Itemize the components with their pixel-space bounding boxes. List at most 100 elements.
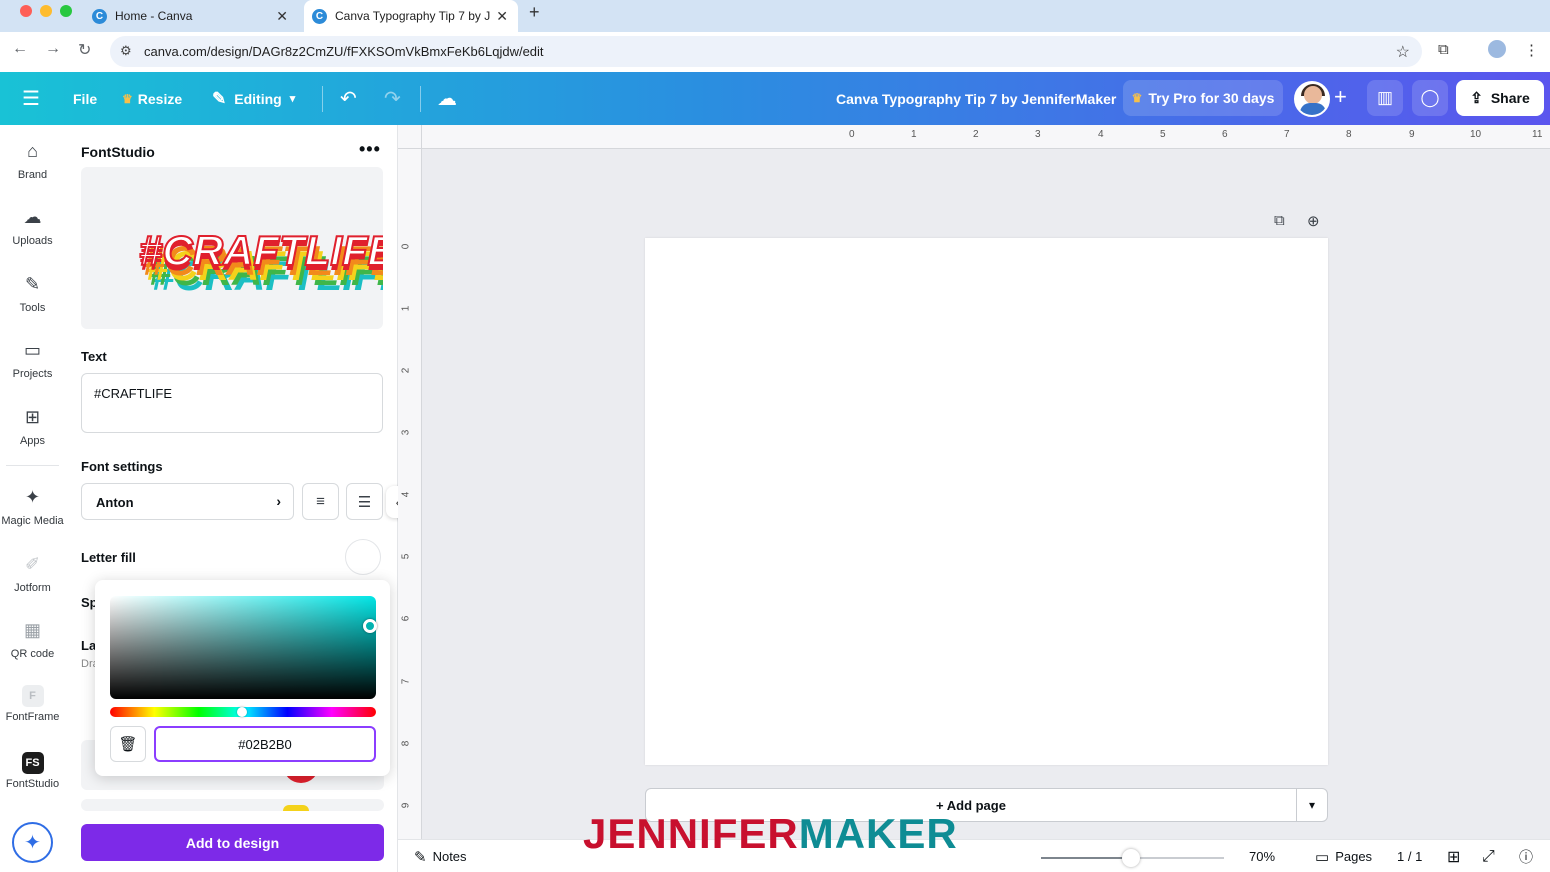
sidebar-item-fontframe[interactable]: F FontFrame (0, 685, 65, 723)
sidebar-item-apps[interactable]: ⊞ Apps (0, 407, 65, 447)
notes-button[interactable]: ✎ Notes (414, 840, 467, 872)
design-page[interactable] (645, 238, 1328, 765)
hue-slider-handle[interactable] (237, 707, 247, 717)
insights-chart-icon[interactable]: ▥ (1367, 80, 1403, 116)
ruler-tick-label: 7 (1284, 129, 1290, 140)
share-label: Share (1490, 90, 1530, 106)
resize-button[interactable]: ♛ Resize (122, 72, 182, 125)
chevron-down-icon: ▾ (1308, 798, 1316, 812)
browser-tab-design[interactable]: C Canva Typography Tip 7 by J ✕ (304, 0, 518, 32)
text-input[interactable]: #CRAFTLIFE (81, 373, 383, 433)
chevron-down-icon: ▾ (289, 93, 296, 105)
jennifermaker-watermark: JENNIFERMAKER (583, 810, 958, 858)
maximize-window-button[interactable] (60, 5, 72, 17)
ruler-tick-label: 6 (400, 615, 412, 622)
sliders-icon: ☰ (357, 493, 372, 511)
sidebar-item-qr-code[interactable]: ▦ QR code (0, 620, 65, 660)
toolbar-divider (420, 86, 421, 112)
design-title[interactable]: Canva Typography Tip 7 by JenniferMaker (836, 72, 1116, 125)
site-info-icon[interactable]: ⚙ (120, 43, 132, 59)
add-to-design-button[interactable]: Add to design (81, 824, 384, 861)
layer-color-swatch[interactable] (283, 805, 309, 811)
tab-close-icon[interactable]: ✕ (496, 8, 508, 25)
letter-fill-swatch[interactable] (345, 539, 381, 575)
sidebar-item-tools[interactable]: ✎ Tools (0, 274, 65, 314)
tab-close-icon[interactable]: ✕ (276, 8, 288, 25)
sidebar-item-jotform[interactable]: ✐ Jotform (0, 554, 65, 594)
magic-assistant-sparkle-icon[interactable]: ✦ (12, 822, 53, 863)
try-pro-label: Try Pro for 30 days (1148, 90, 1275, 106)
font-preview-image: #CRAFTLIFE #CRAFTLIFE #CRAFTLIFE #CRAFTL… (81, 167, 383, 329)
fullscreen-icon[interactable]: ⤢ (1482, 840, 1495, 872)
ruler-tick-label: 2 (400, 367, 412, 374)
comment-bubble-icon[interactable]: ◯ (1412, 80, 1448, 116)
tab-search-icon[interactable]: ⧉ (1438, 41, 1449, 58)
ruler-tick-label: 8 (400, 740, 412, 747)
bookmark-star-icon[interactable]: ☆ (1396, 42, 1410, 62)
ruler-tick-label: 6 (1222, 129, 1228, 140)
chevron-right-icon: › (276, 493, 281, 509)
hamburger-menu-icon[interactable]: ☰ (22, 86, 40, 111)
editing-mode-button[interactable]: ✎ Editing ▾ (212, 72, 295, 125)
user-avatar[interactable] (1294, 81, 1330, 117)
new-tab-button[interactable]: + (529, 2, 540, 23)
sidebar-item-brand[interactable]: ⌂ Brand (0, 141, 65, 181)
url-omnibox[interactable]: ⚙ canva.com/design/DAGr8z2CmZU/fFXKSOmVk… (110, 36, 1422, 67)
sidebar-item-fontstudio[interactable]: FS FontStudio (0, 752, 65, 790)
saturation-value-area[interactable] (110, 596, 376, 699)
invite-plus-icon[interactable]: + (1334, 84, 1347, 110)
close-window-button[interactable] (20, 5, 32, 17)
sidebar-item-label: Uploads (12, 235, 53, 247)
back-arrow-icon[interactable]: ← (12, 40, 28, 58)
adjust-settings-button[interactable]: ☰ (346, 483, 383, 520)
pages-button[interactable]: ▭ Pages (1315, 840, 1372, 872)
cloud-saved-icon[interactable]: ☁ (437, 86, 457, 111)
hex-color-input[interactable] (154, 726, 376, 762)
help-icon[interactable]: ⓘ (1519, 840, 1533, 872)
text-align-button[interactable]: ≡ (302, 483, 339, 520)
more-options-icon[interactable]: ••• (359, 139, 381, 160)
zoom-level[interactable]: 70% (1249, 840, 1275, 872)
pages-label: Pages (1335, 849, 1373, 864)
ruler-tick-label: 11 (1532, 129, 1543, 140)
sidebar-item-projects[interactable]: ▭ Projects (0, 340, 65, 380)
color-handle[interactable] (363, 619, 377, 633)
chrome-menu-icon[interactable]: ⋮ (1524, 41, 1539, 59)
layer-row[interactable] (81, 799, 384, 811)
ruler-tick-label: 5 (1160, 129, 1166, 140)
browser-tab-home[interactable]: C Home - Canva ✕ (84, 0, 298, 32)
url-text[interactable]: canva.com/design/DAGr8z2CmZU/fFXKSOmVkBm… (144, 44, 544, 59)
sidebar-item-label: Projects (12, 368, 53, 380)
zoom-slider-fill (1041, 857, 1131, 859)
share-button[interactable]: ⇪ Share (1456, 80, 1544, 116)
sidebar-item-label: Brand (17, 169, 48, 181)
file-menu-button[interactable]: File (73, 72, 97, 125)
forward-arrow-icon[interactable]: → (45, 40, 61, 58)
font-family-select[interactable]: Anton › (81, 483, 294, 520)
watermark-part-1: JENNIFER (583, 810, 799, 857)
ruler-corner (398, 125, 422, 149)
pen-tool-icon: ✎ (24, 274, 41, 294)
duplicate-page-icon[interactable]: ⧉ (1274, 212, 1285, 229)
zoom-slider-handle[interactable] (1122, 849, 1140, 867)
ruler-tick-label: 8 (1346, 129, 1352, 140)
add-page-dropdown[interactable]: ▾ (1296, 788, 1328, 822)
sidebar-item-uploads[interactable]: ☁ Uploads (0, 207, 65, 247)
minimize-window-button[interactable] (40, 5, 52, 17)
try-pro-button[interactable]: ♛ Try Pro for 30 days (1123, 80, 1283, 116)
grid-view-icon[interactable]: ⊞ (1447, 840, 1460, 872)
delete-color-button[interactable]: 🗑 (110, 726, 146, 762)
crown-icon: ♛ (1131, 91, 1143, 105)
profile-avatar-icon[interactable] (1488, 40, 1506, 58)
redo-icon[interactable]: ↷ (384, 86, 401, 111)
sidebar-item-magic-media[interactable]: ✦ Magic Media (0, 487, 65, 527)
add-page-icon[interactable]: ⊕ (1307, 212, 1320, 230)
undo-icon[interactable]: ↶ (340, 86, 357, 111)
sidebar-item-label: Jotform (14, 582, 51, 594)
svg-text:#CRAFTLIFE: #CRAFTLIFE (139, 227, 383, 274)
sidebar-item-label: QR code (10, 648, 55, 660)
reload-icon[interactable]: ↻ (78, 40, 91, 60)
address-bar: ← → ↻ ⚙ canva.com/design/DAGr8z2CmZU/fFX… (0, 32, 1550, 72)
brand-icon: ⌂ (27, 141, 38, 161)
crown-icon: ♛ (122, 91, 133, 106)
